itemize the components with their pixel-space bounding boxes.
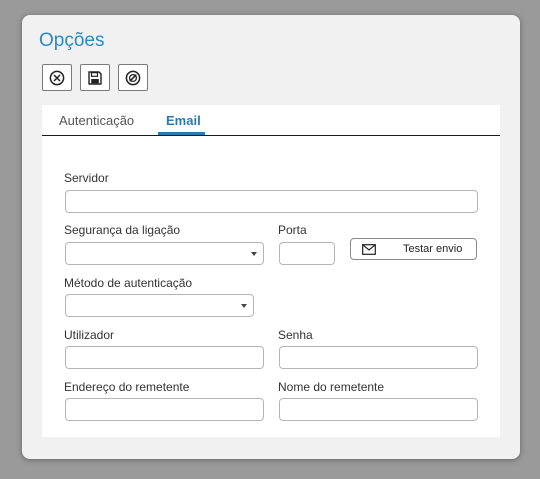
tab-autenticacao[interactable]: Autenticação (59, 113, 134, 128)
server-label: Servidor (64, 171, 109, 185)
active-tab-indicator (158, 132, 205, 135)
tab-email[interactable]: Email (166, 113, 201, 128)
port-label: Porta (278, 223, 307, 237)
save-button[interactable] (80, 64, 110, 91)
test-send-button[interactable]: Testar envio (350, 238, 477, 260)
chevron-down-icon (241, 304, 247, 308)
email-settings-panel: Autenticação Email Servidor Segurança da… (42, 105, 500, 437)
close-circle-icon (49, 70, 65, 85)
close-button[interactable] (42, 64, 72, 91)
sender-address-input[interactable] (65, 398, 264, 421)
user-label: Utilizador (64, 328, 115, 342)
security-label: Segurança da ligação (64, 223, 181, 237)
test-send-label: Testar envio (403, 243, 463, 255)
auth-method-label: Método de autenticação (64, 276, 193, 290)
port-input[interactable] (279, 242, 335, 265)
block-circle-icon (125, 70, 141, 85)
server-input[interactable] (65, 190, 478, 213)
sender-address-label: Endereço do remetente (64, 380, 190, 394)
auth-method-select[interactable] (65, 294, 254, 317)
tab-bar: Autenticação Email (42, 105, 500, 136)
dialog-title: Opções (39, 30, 105, 51)
user-input[interactable] (65, 346, 264, 369)
password-input[interactable] (279, 346, 478, 369)
cancel-button[interactable] (118, 64, 148, 91)
chevron-down-icon (251, 252, 257, 256)
envelope-icon (362, 244, 376, 255)
sender-name-label: Nome do remetente (278, 380, 385, 394)
floppy-disk-icon (88, 70, 102, 85)
sender-name-input[interactable] (279, 398, 478, 421)
options-dialog: Opções Autenticação Email Servidor Segur… (22, 15, 520, 459)
security-select[interactable] (65, 242, 264, 265)
password-label: Senha (278, 328, 313, 342)
